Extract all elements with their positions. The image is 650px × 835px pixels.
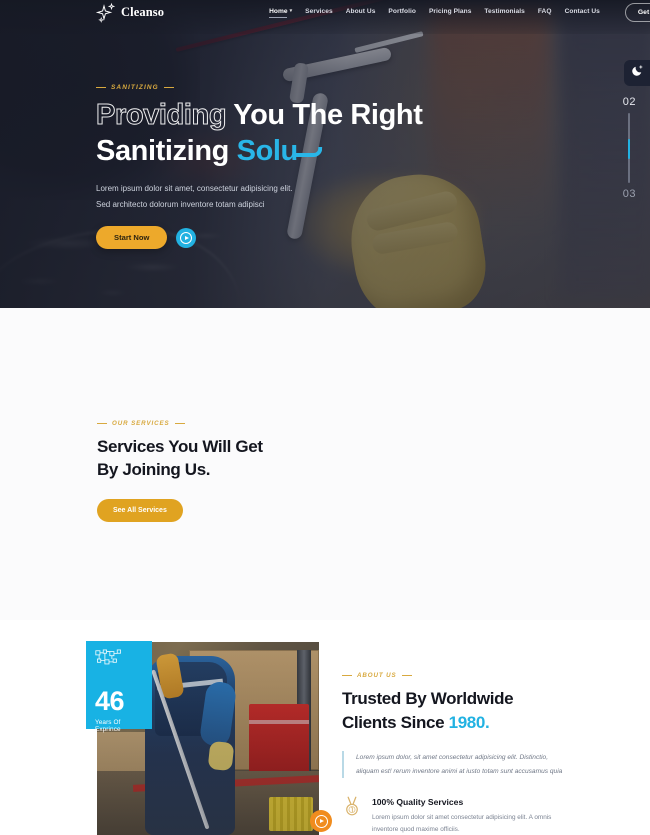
- get-started-button[interactable]: Get Started: [624, 3, 650, 22]
- logo-text: Cleanso: [121, 5, 165, 19]
- hero-play-button[interactable]: [176, 227, 197, 248]
- nav-item-faq[interactable]: FAQ: [538, 8, 552, 18]
- hero-cta-group: Start Now: [96, 226, 496, 250]
- experience-years-label: Years Of Exprince: [95, 719, 121, 733]
- hero-title: Providing You The Right Sanitizing Solu: [95, 98, 496, 170]
- chevron-down-icon: ▾: [289, 7, 293, 14]
- site-header: Cleanso Home ▾ Services About Us Portfol…: [0, 0, 650, 25]
- about-quote: Lorem ipsum dolor, sit amet consectetur …: [342, 751, 572, 779]
- hero-paragraph: Lorem ipsum dolor sit amet, consectetur …: [96, 183, 293, 209]
- dash-left: [342, 675, 352, 676]
- services-eyebrow: OUR SERVICES: [97, 420, 277, 427]
- services-heading: Services You Will Get By Joining Us.: [97, 437, 263, 480]
- dash-right: [174, 423, 185, 424]
- about-eyebrow-label: ABOUT US: [357, 672, 397, 679]
- see-all-services-button[interactable]: See All Services: [97, 498, 183, 522]
- services-eyebrow-label: OUR SERVICES: [112, 420, 170, 427]
- landing-page: Cleanso Home ▾ Services About Us Portfol…: [0, 0, 650, 835]
- hero-content: SANITIZING Providing You The Right Sanit…: [95, 84, 496, 250]
- nav-item-label: Testimonials: [484, 7, 525, 15]
- logo[interactable]: Cleanso: [95, 2, 165, 24]
- play-icon: [314, 814, 328, 828]
- nav-item-portfolio[interactable]: Portfolio: [388, 8, 416, 18]
- start-now-button[interactable]: Start Now: [96, 226, 168, 250]
- about-heading-line1: Trusted By Worldwide: [342, 689, 514, 708]
- about-heading: Trusted By Worldwide Clients Since 1980.: [342, 687, 572, 735]
- nav-item-pricing-plans[interactable]: Pricing Plans: [429, 8, 471, 18]
- main-navigation: Home ▾ Services About Us Portfolio Prici…: [269, 3, 650, 22]
- nav-item-label: Home: [269, 7, 288, 15]
- hero-slider-pagination[interactable]: 02 03: [623, 96, 636, 200]
- about-feature-text: Lorem ipsum dolor sit amet consectetur a…: [372, 814, 552, 834]
- moon-icon: [631, 64, 644, 82]
- experience-years-number: 46: [95, 686, 125, 716]
- hero-title-line2: Sanitizing: [96, 134, 229, 167]
- nav-item-home[interactable]: Home ▾: [269, 8, 292, 18]
- network-nodes-icon: [95, 649, 123, 673]
- about-feature-title: 100% Quality Services: [372, 797, 464, 808]
- nav-item-label: Portfolio: [388, 7, 416, 15]
- dash-left: [96, 87, 106, 88]
- dash-left: [97, 423, 107, 424]
- dash-right: [401, 675, 412, 676]
- play-icon: [180, 231, 193, 244]
- nav-item-contact-us[interactable]: Contact Us: [565, 8, 600, 18]
- dark-mode-toggle-button[interactable]: [624, 60, 650, 86]
- slider-progress-track[interactable]: [628, 113, 631, 183]
- nav-item-label: Services: [305, 7, 333, 15]
- slider-current-index: 02: [622, 96, 636, 108]
- sparkle-star-icon: [95, 2, 118, 24]
- medal-icon: [342, 796, 362, 823]
- nav-item-label: About Us: [345, 7, 376, 15]
- about-content: ABOUT US Trusted By Worldwide Clients Si…: [342, 672, 572, 835]
- about-heading-highlight: 1980.: [448, 713, 490, 733]
- nav-item-label: Pricing Plans: [428, 7, 472, 15]
- nav-item-testimonials[interactable]: Testimonials: [484, 8, 524, 18]
- nav-item-services[interactable]: Services: [305, 8, 333, 18]
- services-intro: OUR SERVICES Services You Will Get By Jo…: [97, 420, 277, 522]
- hero-typed-text: Solu: [236, 134, 299, 167]
- slider-progress-fill: [628, 139, 631, 159]
- dash-right: [163, 87, 174, 88]
- typing-cursor: [295, 146, 323, 157]
- about-eyebrow: ABOUT US: [342, 672, 572, 679]
- about-heading-line2: Clients Since: [342, 713, 445, 733]
- services-section: OUR SERVICES Services You Will Get By Jo…: [0, 308, 650, 835]
- about-video-play-button[interactable]: [310, 810, 332, 832]
- nav-item-about-us[interactable]: About Us: [346, 8, 376, 18]
- hero-title-rest: You The Right: [233, 99, 423, 131]
- nav-item-label: FAQ: [537, 7, 552, 15]
- hero-eyebrow-label: SANITIZING: [111, 84, 159, 91]
- experience-badge: 46 Years Of Exprince: [86, 641, 152, 733]
- hero-title-outline: Providing: [95, 99, 227, 132]
- hero-eyebrow: SANITIZING: [96, 84, 496, 91]
- slider-next-index: 03: [622, 188, 636, 200]
- about-feature: 100% Quality Services Lorem ipsum dolor …: [342, 796, 572, 835]
- nav-item-label: Contact Us: [564, 7, 600, 15]
